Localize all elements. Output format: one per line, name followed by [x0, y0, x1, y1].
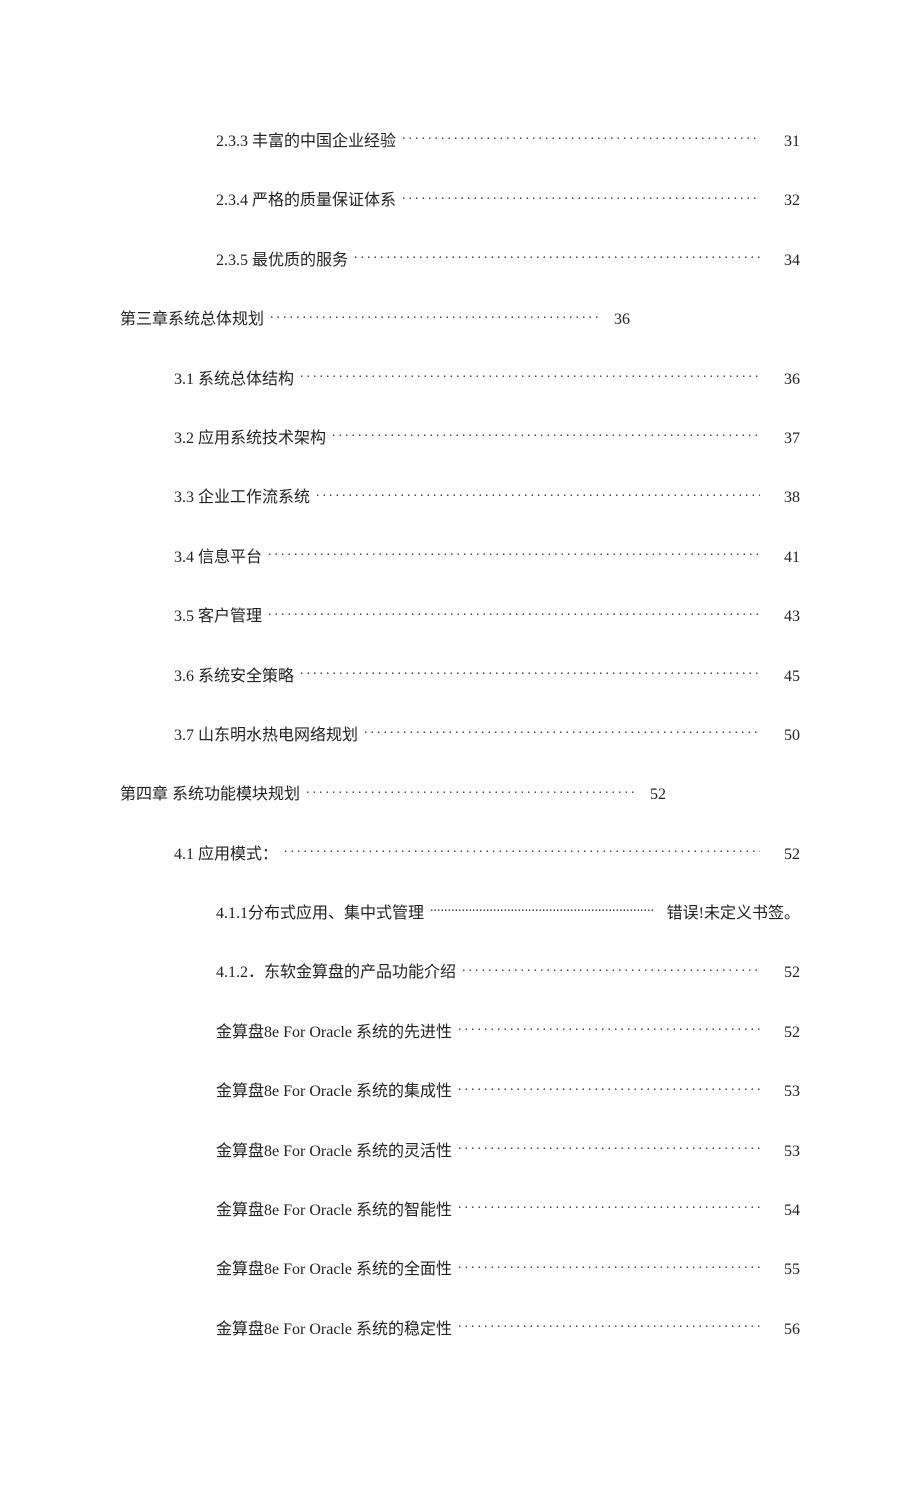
toc-chapter-row: 第四章 系统功能模块规划 52 [120, 783, 800, 806]
toc-page-number: 53 [766, 1081, 800, 1103]
toc-page-number: 50 [766, 725, 800, 747]
toc-entry-label: 第四章 系统功能模块规划 [120, 784, 300, 806]
toc-leader-dots [430, 902, 653, 918]
toc-entry-row: 金算盘8e For Oracle 系统的全面性 55 [120, 1258, 800, 1281]
toc-entry-row: 金算盘8e For Oracle 系统的集成性 53 [120, 1080, 800, 1103]
toc-page-number: 54 [766, 1200, 800, 1222]
toc-page-number: 36 [606, 309, 630, 331]
toc-entry-label: 2.3.5 最优质的服务 [216, 250, 348, 272]
toc-page-number: 37 [766, 428, 800, 450]
toc-chapter-row: 第三章系统总体规划 36 [120, 308, 800, 331]
toc-leader-dots [458, 1258, 760, 1274]
toc-leader-dots [268, 605, 760, 621]
toc-page-number: 34 [766, 250, 800, 272]
toc-leader-dots [306, 783, 636, 799]
toc-entry-row: 3.2 应用系统技术架构 37 [120, 427, 800, 450]
toc-leader-dots [402, 130, 760, 146]
toc-entry-label: 金算盘8e For Oracle 系统的全面性 [216, 1259, 452, 1281]
toc-leader-dots [458, 1140, 760, 1156]
toc-entry-label: 2.3.4 严格的质量保证体系 [216, 190, 396, 212]
toc-entry-row: 4.1.1分布式应用、集中式管理 错误!未定义书签。 [120, 902, 800, 925]
toc-page-number: 45 [766, 666, 800, 688]
toc-entry-label: 金算盘8e For Oracle 系统的先进性 [216, 1022, 452, 1044]
toc-entry-row: 3.5 客户管理 43 [120, 605, 800, 628]
toc-leader-dots [300, 665, 760, 681]
toc-entry-row: 3.1 系统总体结构 36 [120, 368, 800, 391]
toc-page-number: 31 [766, 131, 800, 153]
toc-entry-label: 2.3.3 丰富的中国企业经验 [216, 131, 396, 153]
toc-leader-dots [458, 1199, 760, 1215]
toc-page-number: 32 [766, 190, 800, 212]
toc-leader-dots [364, 724, 760, 740]
toc-entry-label: 4.1 应用模式： [174, 844, 278, 866]
toc-entry-label: 3.2 应用系统技术架构 [174, 428, 326, 450]
toc-leader-dots [284, 843, 760, 859]
toc-entry-label: 3.3 企业工作流系统 [174, 487, 310, 509]
toc-page-number: 52 [766, 1022, 800, 1044]
toc-entry-row: 2.3.3 丰富的中国企业经验 31 [120, 130, 800, 153]
toc-entry-row: 3.4 信息平台 41 [120, 546, 800, 569]
toc-entry-row: 3.3 企业工作流系统 38 [120, 486, 800, 509]
toc-entry-row: 金算盘8e For Oracle 系统的灵活性 53 [120, 1140, 800, 1163]
toc-entry-label: 3.4 信息平台 [174, 547, 262, 569]
toc-page-number: 52 [766, 962, 800, 984]
toc-entry-row: 3.6 系统安全策略 45 [120, 665, 800, 688]
toc-entry-row: 金算盘8e For Oracle 系统的先进性 52 [120, 1021, 800, 1044]
toc-page-number: 56 [766, 1319, 800, 1341]
toc-error-text: 错误!未定义书签。 [659, 903, 800, 925]
toc-entry-row: 金算盘8e For Oracle 系统的稳定性 56 [120, 1318, 800, 1341]
toc-leader-dots [270, 308, 600, 324]
toc-page-number: 36 [766, 369, 800, 391]
toc-entry-label: 3.6 系统安全策略 [174, 666, 294, 688]
toc-leader-dots [354, 249, 760, 265]
toc-page-number: 55 [766, 1259, 800, 1281]
toc-leader-dots [458, 1080, 760, 1096]
toc-entry-row: 2.3.4 严格的质量保证体系 32 [120, 189, 800, 212]
toc-entry-label: 金算盘8e For Oracle 系统的稳定性 [216, 1319, 452, 1341]
toc-entry-label: 3.1 系统总体结构 [174, 369, 294, 391]
toc-leader-dots [462, 961, 760, 977]
toc-page-number: 38 [766, 487, 800, 509]
toc-entry-label: 4.1.2．东软金算盘的产品功能介绍 [216, 962, 456, 984]
toc-page-number: 41 [766, 547, 800, 569]
toc-page-number: 52 [642, 784, 666, 806]
toc-leader-dots [458, 1021, 760, 1037]
toc-entry-label: 金算盘8e For Oracle 系统的灵活性 [216, 1141, 452, 1163]
toc-entry-label: 4.1.1分布式应用、集中式管理 [216, 903, 424, 925]
toc-entry-label: 金算盘8e For Oracle 系统的智能性 [216, 1200, 452, 1222]
toc-leader-dots [402, 189, 760, 205]
toc-entry-row: 金算盘8e For Oracle 系统的智能性 54 [120, 1199, 800, 1222]
document-page: 2.3.3 丰富的中国企业经验 31 2.3.4 严格的质量保证体系 32 2.3.5 … [0, 0, 920, 1497]
toc-page-number: 43 [766, 606, 800, 628]
table-of-contents: 2.3.3 丰富的中国企业经验 31 2.3.4 严格的质量保证体系 32 2.3.5 … [120, 130, 800, 1341]
toc-page-number: 53 [766, 1141, 800, 1163]
toc-entry-label: 第三章系统总体规划 [120, 309, 264, 331]
toc-entry-label: 金算盘8e For Oracle 系统的集成性 [216, 1081, 452, 1103]
toc-leader-dots [316, 486, 760, 502]
toc-leader-dots [332, 427, 760, 443]
toc-page-number: 52 [766, 844, 800, 866]
toc-leader-dots [458, 1318, 760, 1334]
toc-leader-dots [300, 368, 760, 384]
toc-entry-row: 4.1 应用模式： 52 [120, 843, 800, 866]
toc-entry-label: 3.7 山东明水热电网络规划 [174, 725, 358, 747]
toc-leader-dots [268, 546, 760, 562]
toc-entry-row: 3.7 山东明水热电网络规划 50 [120, 724, 800, 747]
toc-entry-row: 2.3.5 最优质的服务 34 [120, 249, 800, 272]
toc-entry-label: 3.5 客户管理 [174, 606, 262, 628]
toc-entry-row: 4.1.2．东软金算盘的产品功能介绍 52 [120, 961, 800, 984]
